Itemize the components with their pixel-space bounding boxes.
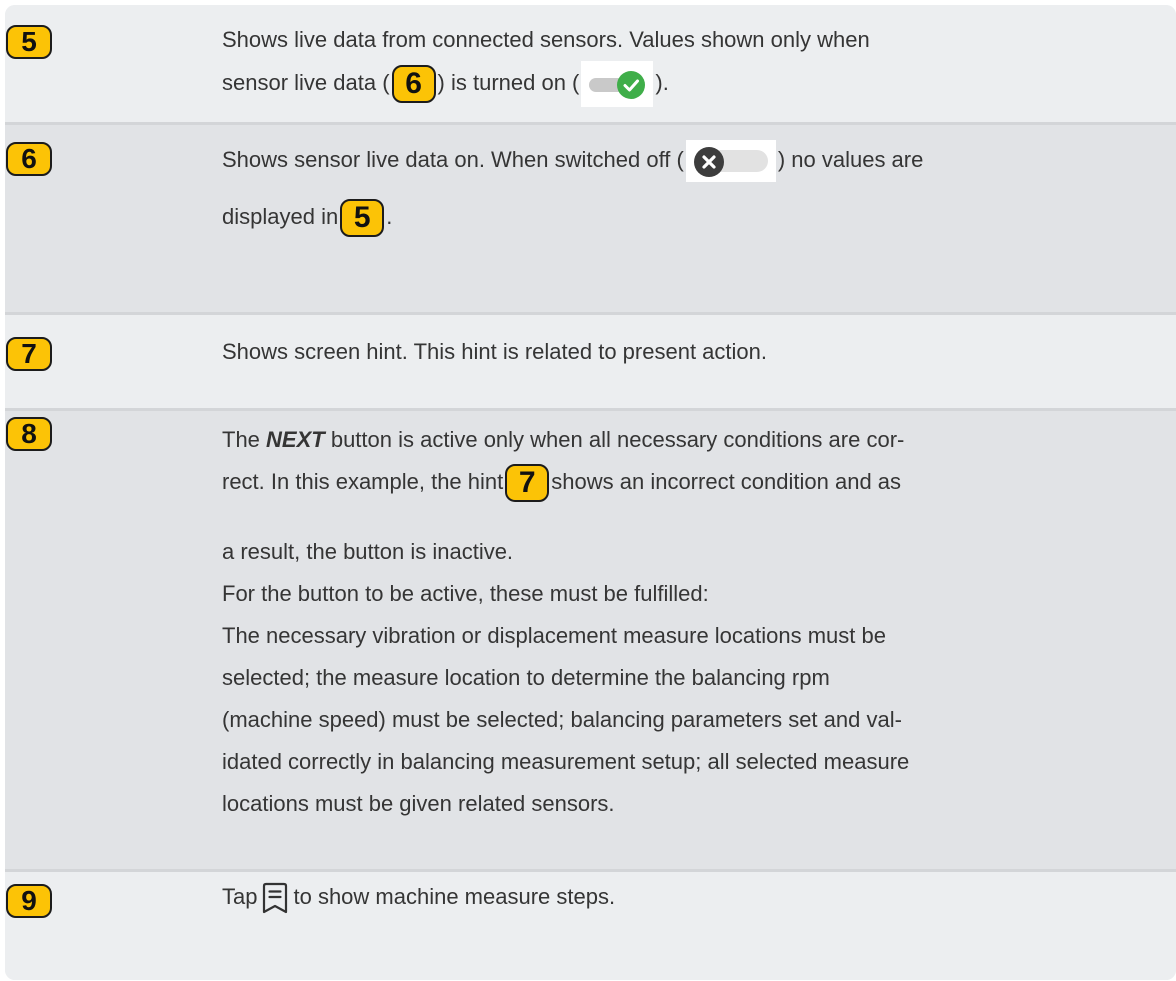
description-text: For the button to be active, these must … [222, 573, 1164, 615]
description-text: selected; the measure location to determ… [222, 657, 1164, 699]
description-text: sensor live data (6) is turned on (). [222, 61, 1164, 107]
callout-badge: 5 [6, 25, 52, 59]
table-row: 7 Shows screen hint. This hint is relate… [5, 315, 1176, 409]
description-text: The necessary vibration or displacement … [222, 615, 1164, 657]
close-icon [693, 147, 724, 178]
text-line: selected; the measure location to determ… [222, 665, 830, 690]
description-text: Tap to show machine measure steps. [222, 876, 1164, 918]
description-cell: Shows live data from connected sensors. … [222, 19, 1164, 107]
steps-list-icon [261, 881, 289, 915]
legend-table: 5 Shows live data from connected sensors… [5, 5, 1176, 980]
description-text: rect. In this example, the hint 7 shows an… [222, 461, 1164, 503]
text-fragment: The [222, 427, 267, 452]
text-line: Shows screen hint. This hint is related … [222, 339, 767, 364]
callout-badge: 9 [6, 884, 52, 918]
description-cell: Shows sensor live data on. When switched… [222, 139, 1164, 238]
description-text: The NEXT button is active only when all … [222, 419, 1164, 461]
description-text: locations must be given related sensors. [222, 783, 1164, 825]
description-cell: Tap to show machine measure steps. [222, 876, 1164, 918]
description-cell: The NEXT button is active only when all … [222, 419, 1164, 825]
text-line: (machine speed) must be selected; balanc… [222, 707, 902, 732]
callout-badge: 8 [6, 417, 52, 451]
text-line: locations must be given related sensors. [222, 791, 615, 816]
text-line: The necessary vibration or displacement … [222, 623, 886, 648]
text-fragment: sensor live data ( [222, 69, 390, 95]
callout-cell: 8 [5, 411, 205, 870]
table-row: 9 Tap to show machine measure steps. [5, 872, 1176, 980]
description-text: a result, the button is inactive. [222, 531, 1164, 573]
callout-cell: 6 [5, 125, 205, 315]
text-fragment: ) is turned on ( [437, 69, 580, 95]
description-cell: Shows screen hint. This hint is related … [222, 331, 1164, 373]
table-row: 6 Shows sensor live data on. When switch… [5, 125, 1176, 315]
description-text: idated correctly in balancing measuremen… [222, 741, 1164, 783]
text-fragment: Shows sensor live data on. When switched… [222, 147, 684, 172]
text-fragment: ). [655, 69, 669, 95]
description-text: Shows live data from connected sensors. … [222, 19, 1164, 61]
next-button-label: NEXT [266, 427, 325, 452]
text-line: For the button to be active, these must … [222, 581, 709, 606]
callout-cell: 5 [5, 5, 205, 122]
table-row: 5 Shows live data from connected sensors… [5, 5, 1176, 122]
description-text: Shows screen hint. This hint is related … [222, 331, 1164, 373]
toggle-on-icon [581, 61, 654, 107]
callout-cell: 9 [5, 872, 205, 980]
description-text: displayed in 5. [222, 196, 1164, 238]
callout-badge: 6 [6, 142, 52, 176]
text-line: idated correctly in balancing measuremen… [222, 749, 910, 774]
text-fragment: displayed in [222, 204, 339, 230]
text-fragment: . [386, 204, 393, 230]
table-row: 8 The NEXT button is active only when al… [5, 411, 1176, 870]
text-fragment: Tap [222, 884, 258, 909]
text-line: a result, the button is inactive. [222, 539, 514, 564]
text-fragment: button is active only when all necessary… [324, 427, 905, 452]
callout-badge-inline: 6 [391, 65, 436, 103]
description-text: Shows sensor live data on. When switched… [222, 139, 1164, 183]
check-icon [617, 71, 646, 99]
toggle-off-icon [685, 140, 776, 183]
text-fragment: rect. In this example, the hint [222, 469, 504, 494]
text-line: Shows live data from connected sensors. … [222, 27, 870, 52]
callout-badge-inline: 5 [340, 199, 385, 238]
text-fragment: shows an incorrect condition and as [551, 469, 902, 494]
text-fragment: to show machine measure steps. [293, 884, 616, 909]
callout-cell: 7 [5, 315, 205, 409]
callout-badge-inline: 7 [505, 464, 550, 503]
callout-badge: 7 [6, 337, 52, 371]
text-fragment: ) no values are [777, 147, 924, 172]
description-text: (machine speed) must be selected; balanc… [222, 699, 1164, 741]
